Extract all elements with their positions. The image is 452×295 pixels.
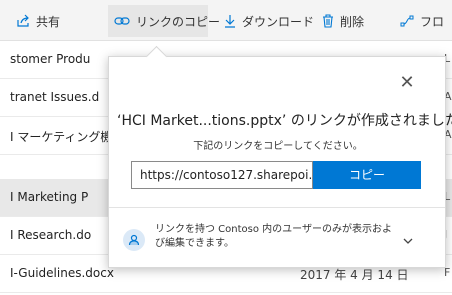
dialog-subtitle: 下記のリンクをコピーしてください。 (193, 141, 363, 152)
copy-button[interactable]: コピー (313, 161, 421, 189)
dialog-title: ‘HCI Market...tions.pptx’ のリンクが作成されました (117, 113, 452, 129)
file-name[interactable]: I-Guidelines.docx (10, 266, 114, 280)
delete-label: 削除 (340, 14, 365, 29)
download-icon (224, 14, 236, 28)
file-name[interactable]: stomer Produ (10, 52, 90, 66)
file-name[interactable]: I Research.do (10, 228, 91, 242)
link-permissions[interactable]: リンクを持つ Contoso 内のユーザーのみが表示および編集できます。 (123, 223, 435, 259)
copy-link-dialog: ✕ ‘HCI Market...tions.pptx’ のリンクが作成されました… (108, 45, 452, 268)
download-label: ダウンロード (242, 14, 315, 29)
link-icon (114, 15, 130, 27)
delete-button[interactable]: 削除 (322, 11, 364, 31)
share-button[interactable]: 共有 (16, 11, 60, 31)
link-field[interactable]: https://contoso127.sharepoi... (131, 161, 313, 189)
flow-button[interactable]: フロ (400, 11, 444, 31)
people-icon (123, 229, 145, 251)
trash-icon (322, 14, 334, 28)
flow-icon (400, 15, 414, 27)
modified-date: 2017 年 4 月 14 日 (300, 268, 409, 282)
copy-link-button[interactable]: リンクのコピー (114, 11, 220, 31)
file-name[interactable]: I Marketing P (10, 190, 88, 204)
share-icon (16, 14, 30, 28)
close-icon[interactable]: ✕ (397, 73, 417, 93)
copy-link-label: リンクのコピー (136, 14, 221, 29)
file-name[interactable]: I マーケティング機 (10, 128, 112, 145)
dialog-divider (109, 207, 445, 208)
share-label: 共有 (36, 14, 61, 29)
command-bar: 共有 リンクのコピー ダウンロード 削除 フロ (0, 0, 452, 41)
download-button[interactable]: ダウンロード (224, 11, 314, 31)
file-name[interactable]: tranet Issues.d (10, 90, 99, 104)
flow-label: フロ (420, 14, 445, 29)
chevron-down-icon[interactable] (401, 233, 415, 247)
permission-text: リンクを持つ Contoso 内のユーザーのみが表示および編集できます。 (155, 224, 392, 249)
